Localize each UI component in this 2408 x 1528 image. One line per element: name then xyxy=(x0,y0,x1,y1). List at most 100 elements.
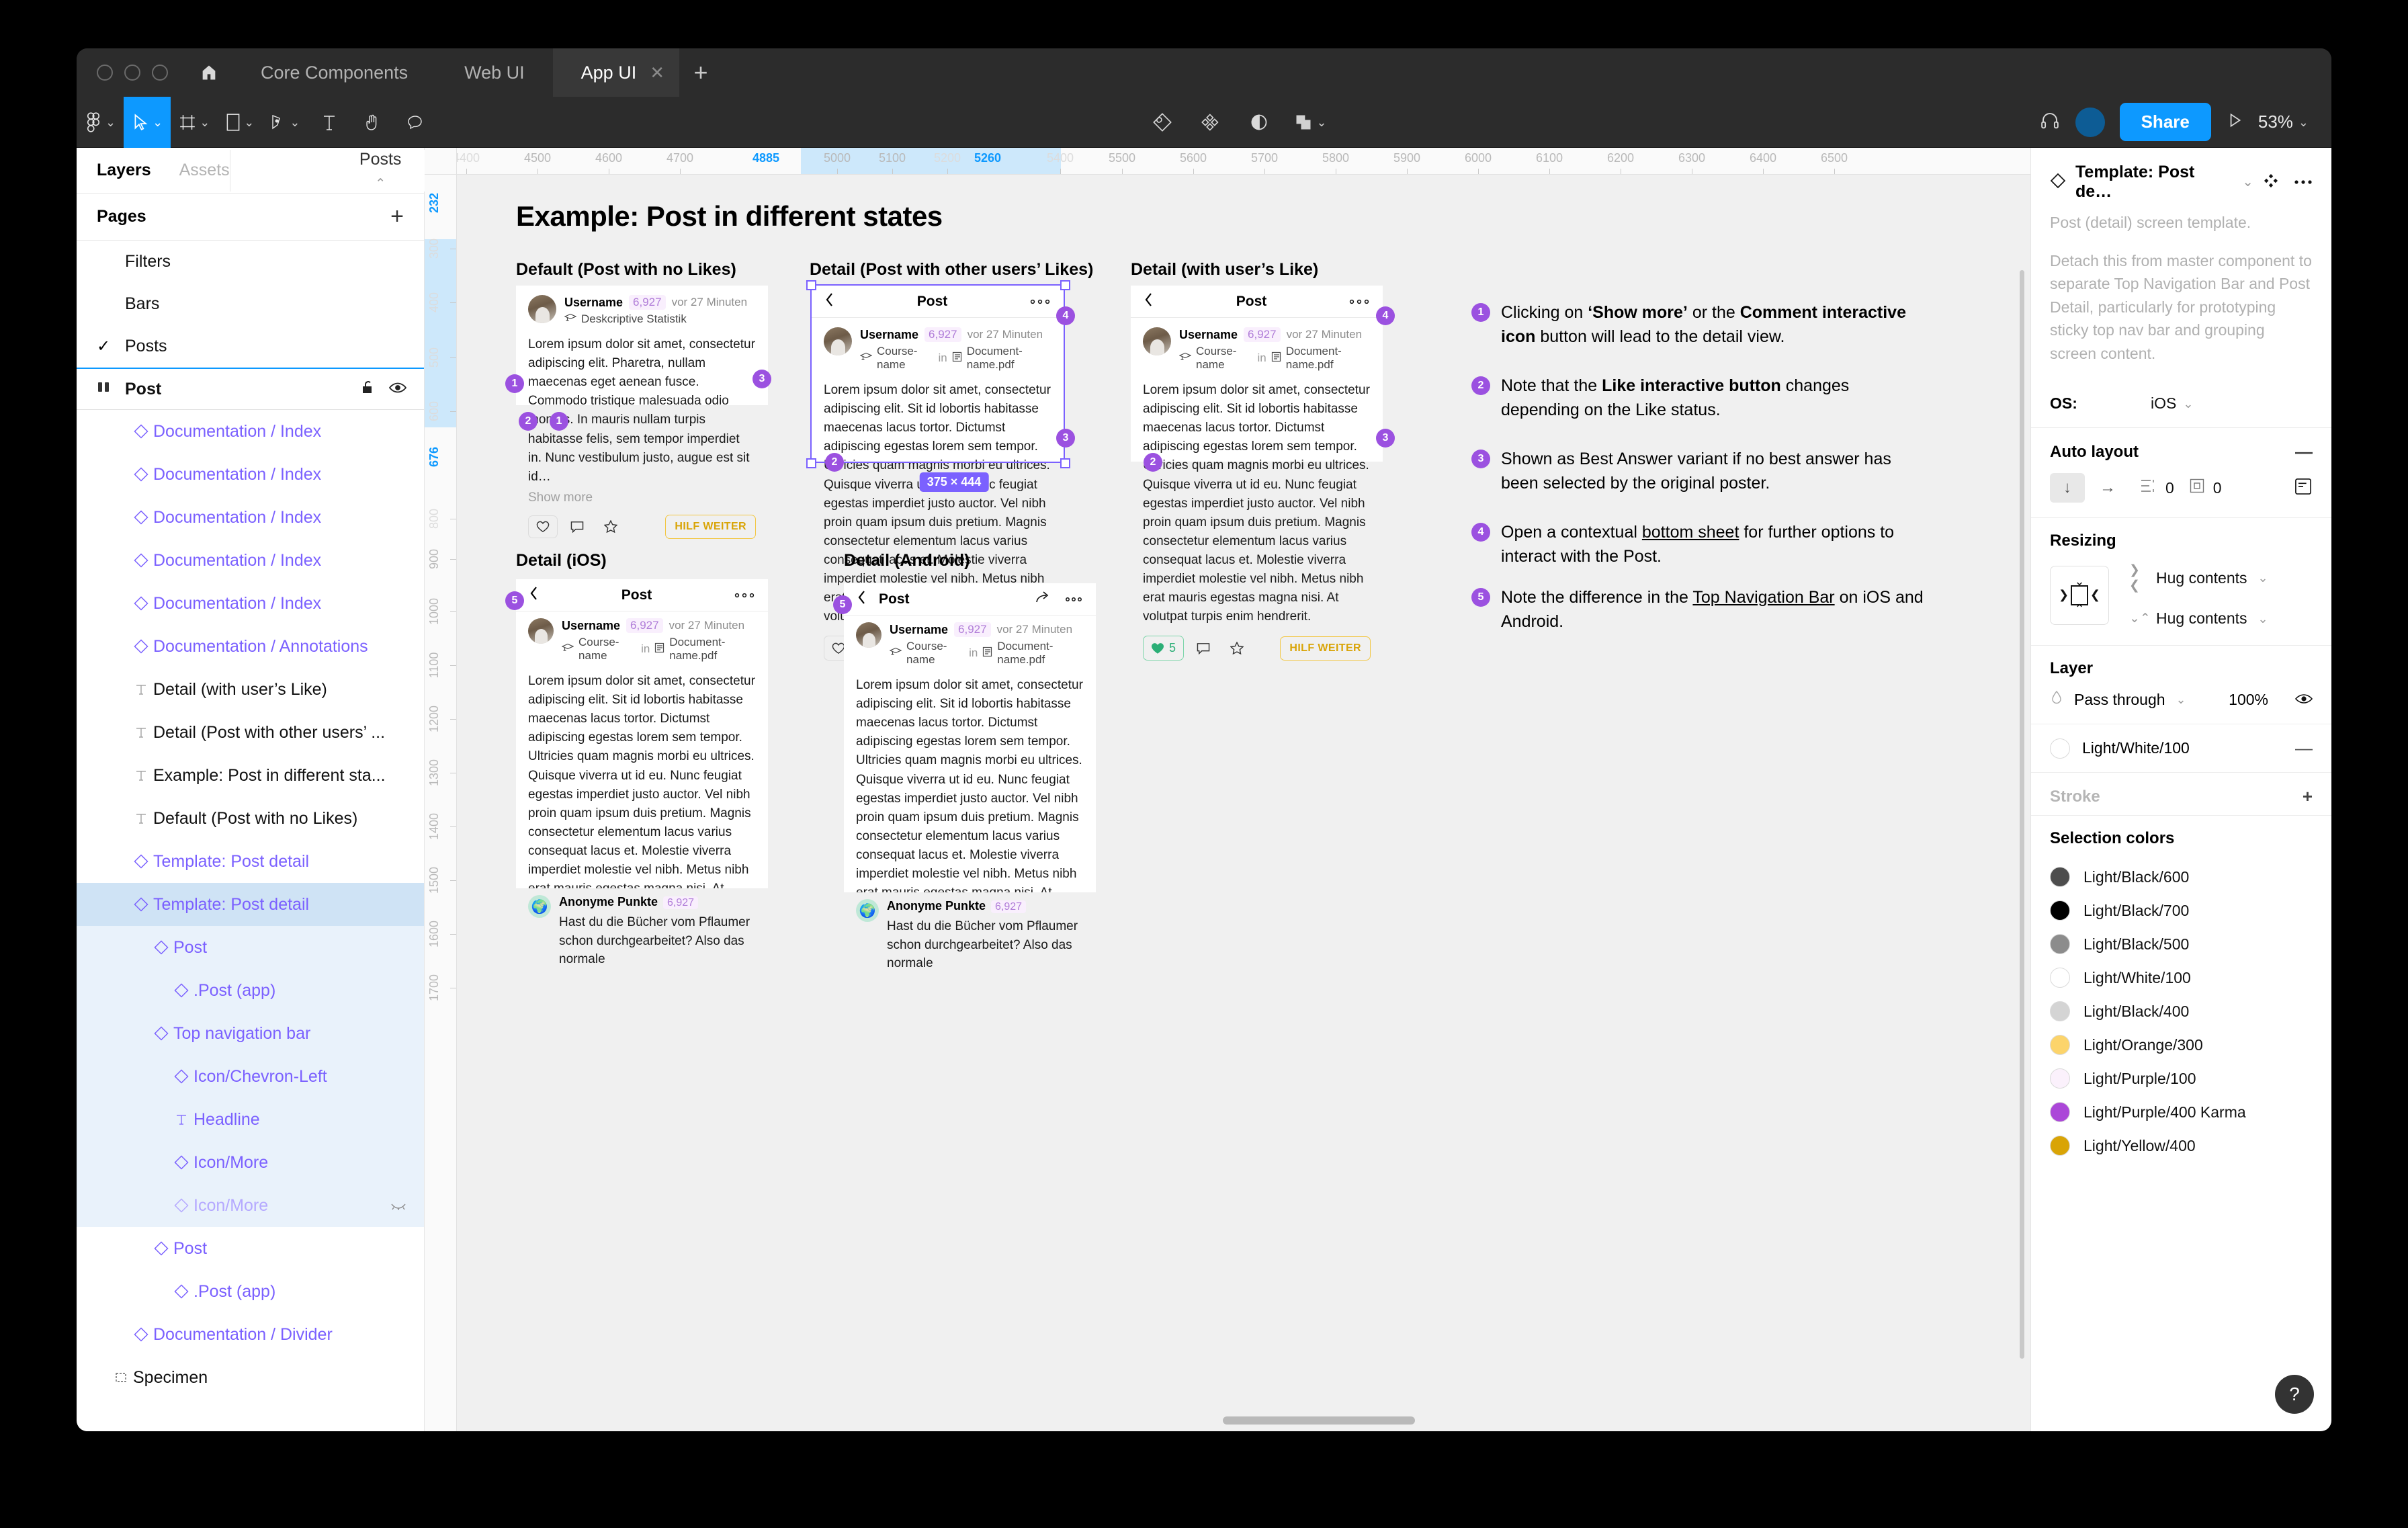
play-icon[interactable] xyxy=(2226,112,2243,132)
layer-row[interactable]: Detail (Post with other users’ ... xyxy=(77,711,424,754)
add-page-button[interactable]: + xyxy=(390,204,404,230)
color-swatch[interactable] xyxy=(2050,1136,2070,1156)
chevron-down-icon[interactable]: ⌄ xyxy=(2242,175,2253,189)
opacity-value[interactable]: 100% xyxy=(2229,691,2268,709)
create-component-icon[interactable] xyxy=(1141,97,1184,148)
hilf-weiter-button[interactable]: HILF WEITER xyxy=(665,514,756,539)
more-horizontal-icon[interactable] xyxy=(1349,299,1369,304)
layer-row[interactable]: Documentation / Index xyxy=(77,582,424,625)
close-icon[interactable]: ✕ xyxy=(650,62,664,83)
tab-core-components[interactable]: Core Components xyxy=(232,48,436,97)
selection-color-item[interactable]: Light/Orange/300 xyxy=(2050,1028,2313,1062)
figma-menu-button[interactable]: ⌄ xyxy=(77,97,124,148)
chevron-left-icon[interactable] xyxy=(857,590,867,608)
boolean-union-icon[interactable]: ⌄ xyxy=(1286,97,1334,148)
layer-row[interactable]: Template: Post detail xyxy=(77,883,424,926)
arrow-right-icon[interactable]: → xyxy=(2090,473,2125,503)
home-icon[interactable] xyxy=(185,48,232,97)
selection-color-item[interactable]: Light/White/100 xyxy=(2050,961,2313,994)
color-swatch[interactable] xyxy=(2050,934,2070,954)
tab-app-ui[interactable]: App UI ✕ xyxy=(552,48,679,97)
eye-icon[interactable] xyxy=(2294,691,2313,709)
layer-root-post[interactable]: Post xyxy=(77,368,424,410)
variants-icon[interactable] xyxy=(1189,97,1232,148)
layer-row[interactable]: Documentation / Annotations xyxy=(77,625,424,668)
height-resizing-select[interactable]: ⌄⌃ Hug contents ⌄ xyxy=(2129,609,2268,628)
chevron-left-icon[interactable] xyxy=(529,586,539,604)
layer-row[interactable]: Headline xyxy=(77,1098,424,1141)
layer-row[interactable]: Top navigation bar xyxy=(77,1012,424,1055)
like-button-active[interactable]: 5 xyxy=(1143,636,1185,661)
chevron-left-icon[interactable] xyxy=(1144,292,1154,310)
show-more-button[interactable]: Show more xyxy=(516,486,768,505)
frame-tool-button[interactable]: ⌄ xyxy=(171,97,218,148)
swap-instance-icon[interactable] xyxy=(2263,173,2279,192)
selection-color-item[interactable]: Light/Purple/400 Karma xyxy=(2050,1095,2313,1129)
comment-item[interactable]: 🌍 Anonyme Punkte 6,927 Hast du die Bücher… xyxy=(516,892,768,976)
hilf-weiter-button[interactable]: HILF WEITER xyxy=(1280,636,1371,661)
layer-row[interactable]: Documentation / Index xyxy=(77,410,424,453)
minimize-window-button[interactable] xyxy=(124,65,140,81)
comment-item[interactable]: 🌍 Anonyme Punkte 6,927 Hast du die Bücher… xyxy=(844,896,1096,980)
color-swatch[interactable] xyxy=(2050,968,2070,988)
resize-handle-tl[interactable] xyxy=(806,280,816,290)
layer-row[interactable]: Post xyxy=(77,926,424,969)
fill-swatch[interactable] xyxy=(2050,738,2070,759)
layer-row[interactable]: Documentation / Index xyxy=(77,453,424,496)
color-swatch[interactable] xyxy=(2050,1068,2070,1089)
arrow-down-icon[interactable]: ↓ xyxy=(2050,473,2085,503)
maximize-window-button[interactable] xyxy=(152,65,168,81)
layers-tree[interactable]: Documentation / Index Documentation / Ind… xyxy=(77,410,424,1431)
layer-row[interactable]: .Post (app) xyxy=(77,969,424,1012)
canvas-vertical-scrollbar[interactable] xyxy=(2020,270,2024,1359)
spacing-field[interactable]: 0 xyxy=(2140,478,2174,498)
os-select[interactable]: iOS ⌄ xyxy=(2151,394,2193,413)
share-button[interactable]: Share xyxy=(2119,103,2211,141)
resize-handle-tr[interactable] xyxy=(1060,280,1070,290)
post-card-detail-android[interactable]: Post Username 6,927 vor 27 Minuten Cours… xyxy=(844,583,1096,892)
page-item-posts[interactable]: ✓ Posts xyxy=(77,325,424,368)
layer-row[interactable]: Documentation / Divider xyxy=(77,1313,424,1356)
share-arrow-icon[interactable] xyxy=(1035,591,1053,607)
selection-color-item[interactable]: Light/Black/700 xyxy=(2050,894,2313,927)
layer-row[interactable]: Icon/More xyxy=(77,1141,424,1184)
avatar[interactable] xyxy=(2075,107,2105,137)
more-options-icon[interactable] xyxy=(2294,176,2313,188)
headphones-icon[interactable] xyxy=(2039,110,2061,134)
color-swatch[interactable] xyxy=(2050,1102,2070,1122)
tab-assets[interactable]: Assets xyxy=(179,161,230,180)
layer-row[interactable]: Icon/More xyxy=(77,1184,424,1227)
layer-row[interactable]: .Post (app) xyxy=(77,1270,424,1313)
selection-color-item[interactable]: Light/Black/600 xyxy=(2050,860,2313,894)
layer-row[interactable]: Documentation / Index xyxy=(77,496,424,539)
unlock-icon[interactable] xyxy=(361,380,374,399)
align-text-icon[interactable] xyxy=(2294,477,2313,499)
layer-row[interactable]: Default (Post with no Likes) xyxy=(77,797,424,840)
selection-color-item[interactable]: Light/Black/400 xyxy=(2050,994,2313,1028)
zoom-control[interactable]: 53% ⌄ xyxy=(2258,112,2309,132)
layer-row[interactable]: Template: Post detail xyxy=(77,840,424,883)
layer-row[interactable]: Icon/Chevron-Left xyxy=(77,1055,424,1098)
layer-row[interactable]: Post xyxy=(77,1227,424,1270)
blend-mode-select[interactable]: Pass through xyxy=(2074,691,2165,709)
resize-handle-bl[interactable] xyxy=(806,458,816,468)
color-swatch[interactable] xyxy=(2050,1035,2070,1055)
comment-button[interactable] xyxy=(1189,638,1217,659)
bookmark-star-button[interactable] xyxy=(597,515,625,538)
post-card-default[interactable]: Username 6,927 vor 27 Minuten Deskcripti… xyxy=(516,286,768,539)
layer-row[interactable]: Example: Post in different sta... xyxy=(77,754,424,797)
comment-tool-button[interactable] xyxy=(394,97,437,148)
padding-field[interactable]: 0 xyxy=(2189,478,2222,498)
tab-web-ui[interactable]: Web UI xyxy=(436,48,553,97)
mask-icon[interactable] xyxy=(1238,97,1281,148)
close-window-button[interactable] xyxy=(97,65,113,81)
hand-tool-button[interactable] xyxy=(351,97,394,148)
post-card-detail-ios[interactable]: Post Username 6,927 vor 27 Minuten Cours… xyxy=(516,579,768,888)
more-horizontal-icon[interactable] xyxy=(1030,299,1050,304)
selection-color-item[interactable]: Light/Purple/100 xyxy=(2050,1062,2313,1095)
move-tool-button[interactable]: ⌄ xyxy=(124,96,171,148)
width-resizing-select[interactable]: ❯❮ Hug contents ⌄ xyxy=(2129,562,2268,593)
new-tab-button[interactable]: + xyxy=(679,48,722,97)
selection-color-item[interactable]: Light/Yellow/400 xyxy=(2050,1129,2313,1162)
layer-row[interactable]: Documentation / Index xyxy=(77,539,424,582)
